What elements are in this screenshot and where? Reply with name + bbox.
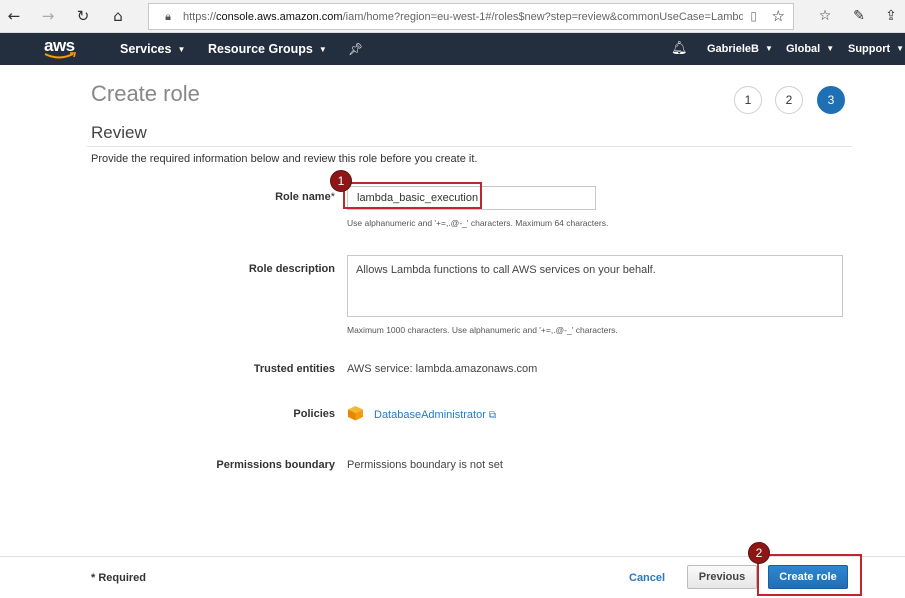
aws-smile-icon: [44, 52, 77, 59]
support-menu[interactable]: Support ▼: [848, 33, 904, 65]
trusted-entities-label: Trusted entities: [253, 363, 335, 375]
page-title: Create role: [91, 81, 200, 106]
callout-highlight-2: [757, 554, 862, 596]
intro-text: Provide the required information below a…: [91, 153, 478, 165]
required-asterisk: *: [330, 191, 335, 203]
forward-icon[interactable]: →: [37, 5, 59, 27]
lock-icon: 🔒︎: [165, 9, 171, 23]
address-bar[interactable]: 🔒︎ https://console.aws.amazon.com/iam/ho…: [148, 3, 794, 30]
policy-link[interactable]: DatabaseAdministrator ⧉: [374, 409, 496, 421]
step-2[interactable]: 2: [775, 86, 803, 114]
browser-toolbar: ← → ↻ ⌂ 🔒︎ https://console.aws.amazon.co…: [0, 0, 905, 33]
step-3-active: 3: [817, 86, 845, 114]
bell-icon[interactable]: 🔔︎: [671, 33, 688, 65]
user-menu[interactable]: GabrieleB ▼: [707, 33, 773, 65]
share-icon[interactable]: ⇪: [879, 5, 903, 27]
previous-button[interactable]: Previous: [687, 565, 757, 589]
back-icon[interactable]: ←: [3, 5, 25, 27]
callout-number-2: 2: [748, 542, 770, 564]
chevron-down-icon: ▼: [764, 44, 773, 53]
role-description-hint: Maximum 1000 characters. Use alphanumeri…: [347, 325, 618, 335]
aws-top-nav: aws Services ▼ Resource Groups ▼ 📌︎ 🔔︎ Gab…: [0, 33, 905, 65]
favorite-star-icon[interactable]: ☆: [772, 7, 785, 25]
services-menu[interactable]: Services ▼: [120, 33, 185, 65]
chevron-down-icon: ▼: [177, 45, 186, 54]
role-description-label: Role description: [248, 263, 335, 275]
reading-view-icon[interactable]: ▯: [750, 9, 757, 23]
policies-label: Policies: [293, 408, 335, 420]
region-menu[interactable]: Global ▼: [786, 33, 834, 65]
url-text[interactable]: https://console.aws.amazon.com/iam/home?…: [183, 11, 743, 23]
refresh-icon[interactable]: ↻: [72, 5, 94, 27]
step-1[interactable]: 1: [734, 86, 762, 114]
chevron-down-icon: ▼: [826, 44, 835, 53]
favorites-hub-icon[interactable]: ☆: [813, 5, 837, 27]
callout-number-1: 1: [330, 170, 352, 192]
chevron-down-icon: ▼: [896, 44, 905, 53]
permissions-boundary-label: Permissions boundary: [216, 459, 335, 471]
divider: [87, 146, 852, 147]
callout-highlight-1: [343, 182, 482, 209]
pin-icon[interactable]: 📌︎: [348, 33, 363, 65]
permissions-boundary-value: Permissions boundary is not set: [347, 459, 503, 471]
policy-cube-icon: [348, 406, 363, 421]
role-name-hint: Use alphanumeric and '+=,.@-_' character…: [347, 218, 609, 228]
web-note-icon[interactable]: ✎: [847, 5, 871, 27]
trusted-entities-value: AWS service: lambda.amazonaws.com: [347, 363, 538, 375]
resource-groups-menu[interactable]: Resource Groups ▼: [208, 33, 327, 65]
role-description-textarea[interactable]: Allows Lambda functions to call AWS serv…: [347, 255, 843, 317]
aws-logo[interactable]: aws: [44, 37, 84, 61]
required-note: * Required: [91, 572, 147, 584]
cancel-button[interactable]: Cancel: [629, 572, 665, 584]
section-title: Review: [91, 123, 147, 142]
external-link-icon: ⧉: [488, 410, 497, 421]
chevron-down-icon: ▼: [318, 45, 327, 54]
home-icon[interactable]: ⌂: [107, 5, 129, 27]
role-name-label: Role name*: [275, 191, 335, 203]
